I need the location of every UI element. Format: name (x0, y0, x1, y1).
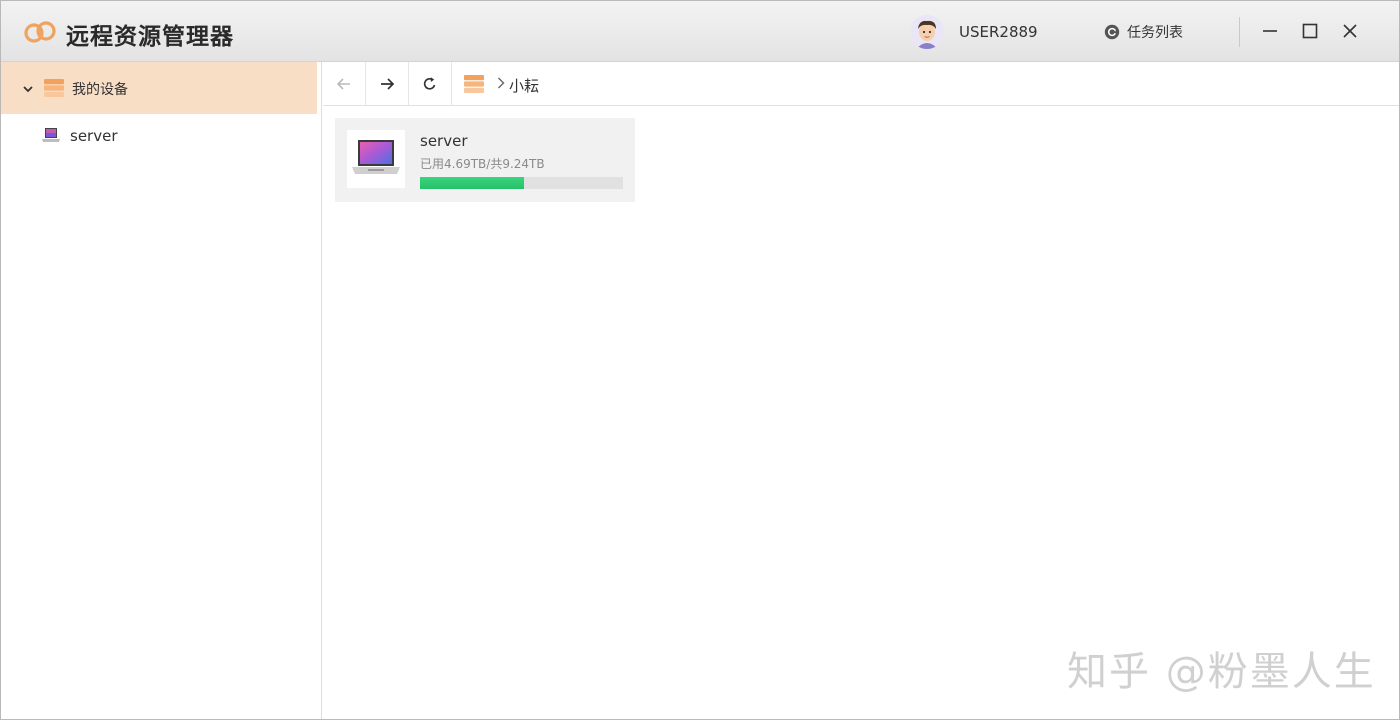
app-title: 远程资源管理器 (66, 24, 234, 50)
user-avatar[interactable] (910, 15, 944, 49)
sidebar-group-my-devices[interactable]: 我的设备 (1, 62, 317, 114)
maximize-button[interactable] (1298, 19, 1322, 43)
app-window: 远程资源管理器 USER2889 任务列表 我的设备 server 小耘 ser… (0, 0, 1400, 720)
laptop-icon (352, 140, 400, 174)
back-button[interactable] (323, 62, 366, 105)
arrow-right-icon (381, 77, 395, 90)
device-name: server (420, 132, 468, 150)
title-bar-divider (1239, 17, 1240, 47)
laptop-icon (42, 128, 60, 142)
breadcrumb-current[interactable]: 小耘 (509, 75, 539, 96)
sidebar: 我的设备 server (1, 62, 322, 719)
chevron-right-icon (498, 77, 505, 89)
navigation-toolbar: 小耘 (323, 62, 1399, 106)
arrow-left-icon (336, 77, 350, 90)
refresh-icon (423, 76, 436, 90)
devices-icon (44, 79, 64, 97)
minimize-button[interactable] (1258, 19, 1282, 43)
chevron-down-icon[interactable] (21, 82, 35, 96)
storage-progress-fill (420, 177, 524, 189)
chain-link-logo-icon (24, 21, 56, 43)
sidebar-item-server[interactable]: server (1, 114, 317, 158)
title-bar[interactable]: 远程资源管理器 USER2889 任务列表 (1, 1, 1399, 62)
device-thumbnail (347, 130, 405, 188)
avatar-icon (910, 15, 944, 49)
minimize-icon (1263, 30, 1277, 32)
task-list-label: 任务列表 (1127, 25, 1183, 41)
refresh-circle-icon (1104, 24, 1120, 40)
device-card-server[interactable]: server 已用4.69TB/共9.24TB (335, 118, 635, 202)
sidebar-group-label: 我的设备 (72, 82, 128, 98)
storage-progress-bar (420, 177, 623, 189)
maximize-icon (1302, 23, 1318, 39)
username[interactable]: USER2889 (959, 23, 1038, 41)
watermark: 知乎 @粉墨人生 (1067, 649, 1376, 695)
sidebar-item-label: server (70, 127, 118, 145)
forward-button[interactable] (366, 62, 409, 105)
task-list-button[interactable]: 任务列表 (1104, 22, 1183, 42)
close-icon (1343, 24, 1357, 38)
device-usage-text: 已用4.69TB/共9.24TB (420, 157, 545, 171)
breadcrumb-root-devices-icon[interactable] (464, 75, 484, 93)
close-button[interactable] (1338, 19, 1362, 43)
refresh-button[interactable] (409, 62, 452, 105)
